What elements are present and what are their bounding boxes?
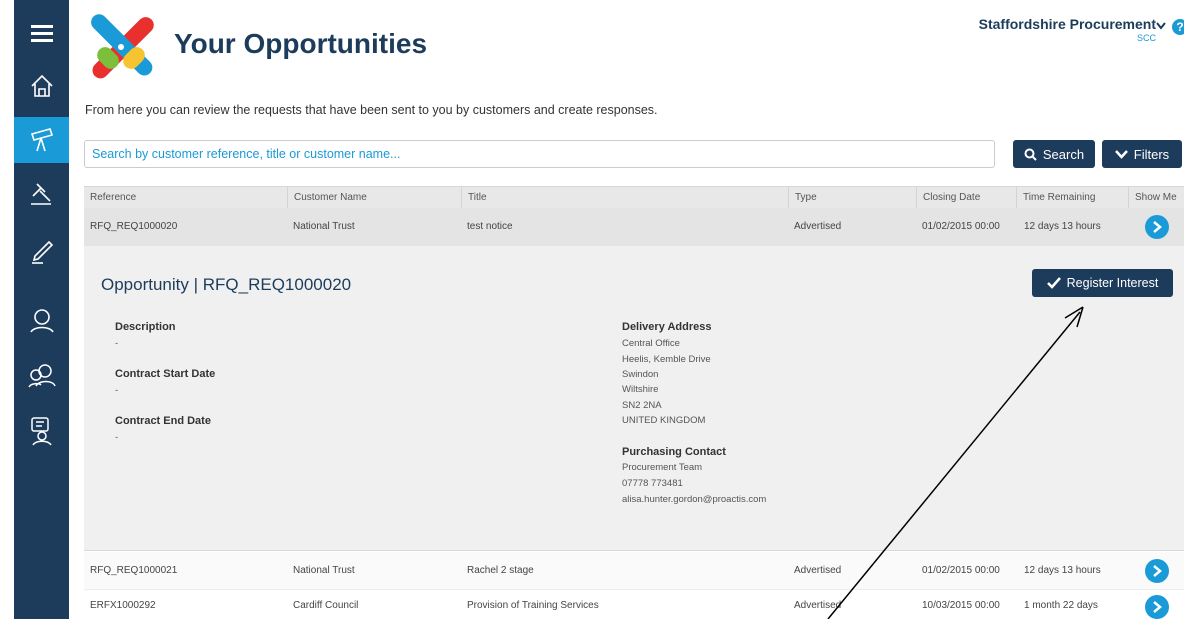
search-icon [1024, 148, 1037, 161]
contact-line: 07778 773481 [622, 478, 683, 489]
delivery-line: UNITED KINGDOM [622, 415, 706, 426]
opportunity-title: Opportunity | RFQ_REQ1000020 [101, 275, 352, 294]
search-input[interactable]: Search by customer reference, title or c… [84, 140, 995, 168]
cell-remaining: 12 days 13 hours [1024, 221, 1101, 232]
check-icon [1046, 277, 1061, 289]
cell-remaining: 12 days 13 hours [1024, 565, 1101, 576]
description-label: Description [115, 321, 176, 333]
cell-customer: Cardiff Council [293, 600, 359, 611]
cell-type: Advertised [794, 565, 842, 576]
search-button-label: Search [1042, 146, 1085, 162]
show-me-button[interactable] [1145, 215, 1169, 239]
table-row[interactable]: RFQ_REQ1000020 National Trust test notic… [84, 208, 1184, 246]
contract-end-label: Contract End Date [115, 415, 211, 427]
users-icon [27, 364, 56, 388]
sidebar-item-profile[interactable] [14, 297, 69, 343]
delivery-line: Swindon [622, 369, 659, 380]
chat-user-icon [30, 417, 52, 446]
intro-text: From here you can review the requests th… [85, 103, 658, 117]
search-button[interactable]: Search [1013, 140, 1095, 168]
description-value: - [115, 338, 119, 349]
table-row[interactable]: ERFX1000292 Cardiff Council Provision of… [84, 590, 1184, 619]
column-header-title[interactable]: Title [461, 187, 787, 209]
contact-line: Procurement Team [622, 462, 703, 473]
sidebar-item-messages[interactable] [14, 408, 69, 454]
contract-start-label: Contract Start Date [115, 368, 216, 380]
delivery-line: Central Office [622, 338, 680, 349]
delivery-line: Heelis, Kemble Drive [622, 354, 711, 365]
column-header-customer[interactable]: Customer Name [287, 187, 457, 209]
cell-closing: 01/02/2015 00:00 [922, 565, 1000, 576]
sidebar-item-auctions[interactable] [14, 171, 69, 217]
filters-button[interactable]: Filters [1102, 140, 1182, 168]
menu-icon [30, 25, 53, 42]
column-header-show-me: Show Me [1128, 187, 1184, 209]
opportunity-detail-panel: Opportunity | RFQ_REQ1000020 Register In… [84, 246, 1184, 551]
user-org: SCC [1136, 33, 1156, 43]
column-header-remaining[interactable]: Time Remaining [1016, 187, 1128, 209]
user-icon [29, 309, 54, 333]
arrow-right-icon [1153, 601, 1162, 613]
cell-remaining: 1 month 22 days [1024, 600, 1098, 611]
user-name: Staffordshire Procurement [978, 16, 1156, 32]
contract-end-value: - [115, 432, 119, 443]
register-interest-button[interactable]: Register Interest [1032, 269, 1173, 297]
delivery-line: Wiltshire [622, 384, 659, 395]
menu-button[interactable] [14, 10, 69, 56]
cell-type: Advertised [794, 221, 842, 232]
sidebar [14, 0, 69, 619]
cell-title: test notice [467, 221, 513, 232]
gavel-icon [30, 183, 51, 205]
cell-closing: 01/02/2015 00:00 [922, 221, 1000, 232]
cell-customer: National Trust [293, 221, 355, 232]
column-header-reference[interactable]: Reference [84, 187, 284, 209]
cell-closing: 10/03/2015 00:00 [922, 600, 1000, 611]
delivery-address-label: Delivery Address [622, 321, 712, 333]
sidebar-item-responses[interactable] [14, 229, 69, 275]
proactis-logo [91, 14, 154, 79]
telescope-icon [30, 128, 53, 152]
cell-reference: ERFX1000292 [90, 600, 156, 611]
table-row[interactable]: RFQ_REQ1000021 National Trust Rachel 2 s… [84, 552, 1184, 590]
filters-button-label: Filters [1133, 146, 1170, 162]
column-header-type[interactable]: Type [788, 187, 916, 209]
register-interest-label: Register Interest [1066, 276, 1159, 290]
sidebar-item-opportunities[interactable] [14, 117, 69, 163]
contract-start-value: - [115, 385, 119, 396]
column-header-closing[interactable]: Closing Date [916, 187, 1016, 209]
cell-customer: National Trust [293, 565, 355, 576]
sidebar-item-contacts[interactable] [14, 352, 69, 398]
user-menu[interactable]: Staffordshire Procurement SCC [979, 16, 1156, 43]
help-icon[interactable]: ? [1172, 19, 1184, 35]
pen-icon [31, 240, 53, 264]
table-header: Reference Customer Name Title Type Closi… [84, 186, 1184, 209]
sidebar-item-home[interactable] [14, 63, 69, 109]
chevron-down-icon[interactable] [1156, 22, 1166, 30]
chevron-down-icon [1114, 150, 1128, 159]
show-me-button[interactable] [1145, 595, 1169, 619]
page-title: Your Opportunities [174, 28, 428, 59]
show-me-button[interactable] [1145, 559, 1169, 583]
window-edge [0, 0, 14, 619]
cell-title: Provision of Training Services [467, 600, 599, 611]
arrow-right-icon [1153, 221, 1162, 233]
purchasing-contact-label: Purchasing Contact [622, 446, 726, 458]
delivery-line: SN2 2NA [622, 400, 662, 411]
contact-email[interactable]: alisa.hunter.gordon@proactis.com [622, 494, 766, 505]
home-icon [30, 74, 53, 97]
cell-reference: RFQ_REQ1000020 [90, 221, 178, 232]
cell-type: Advertised [794, 600, 842, 611]
cell-title: Rachel 2 stage [467, 565, 534, 576]
arrow-right-icon [1153, 565, 1162, 577]
cell-reference: RFQ_REQ1000021 [90, 565, 178, 576]
